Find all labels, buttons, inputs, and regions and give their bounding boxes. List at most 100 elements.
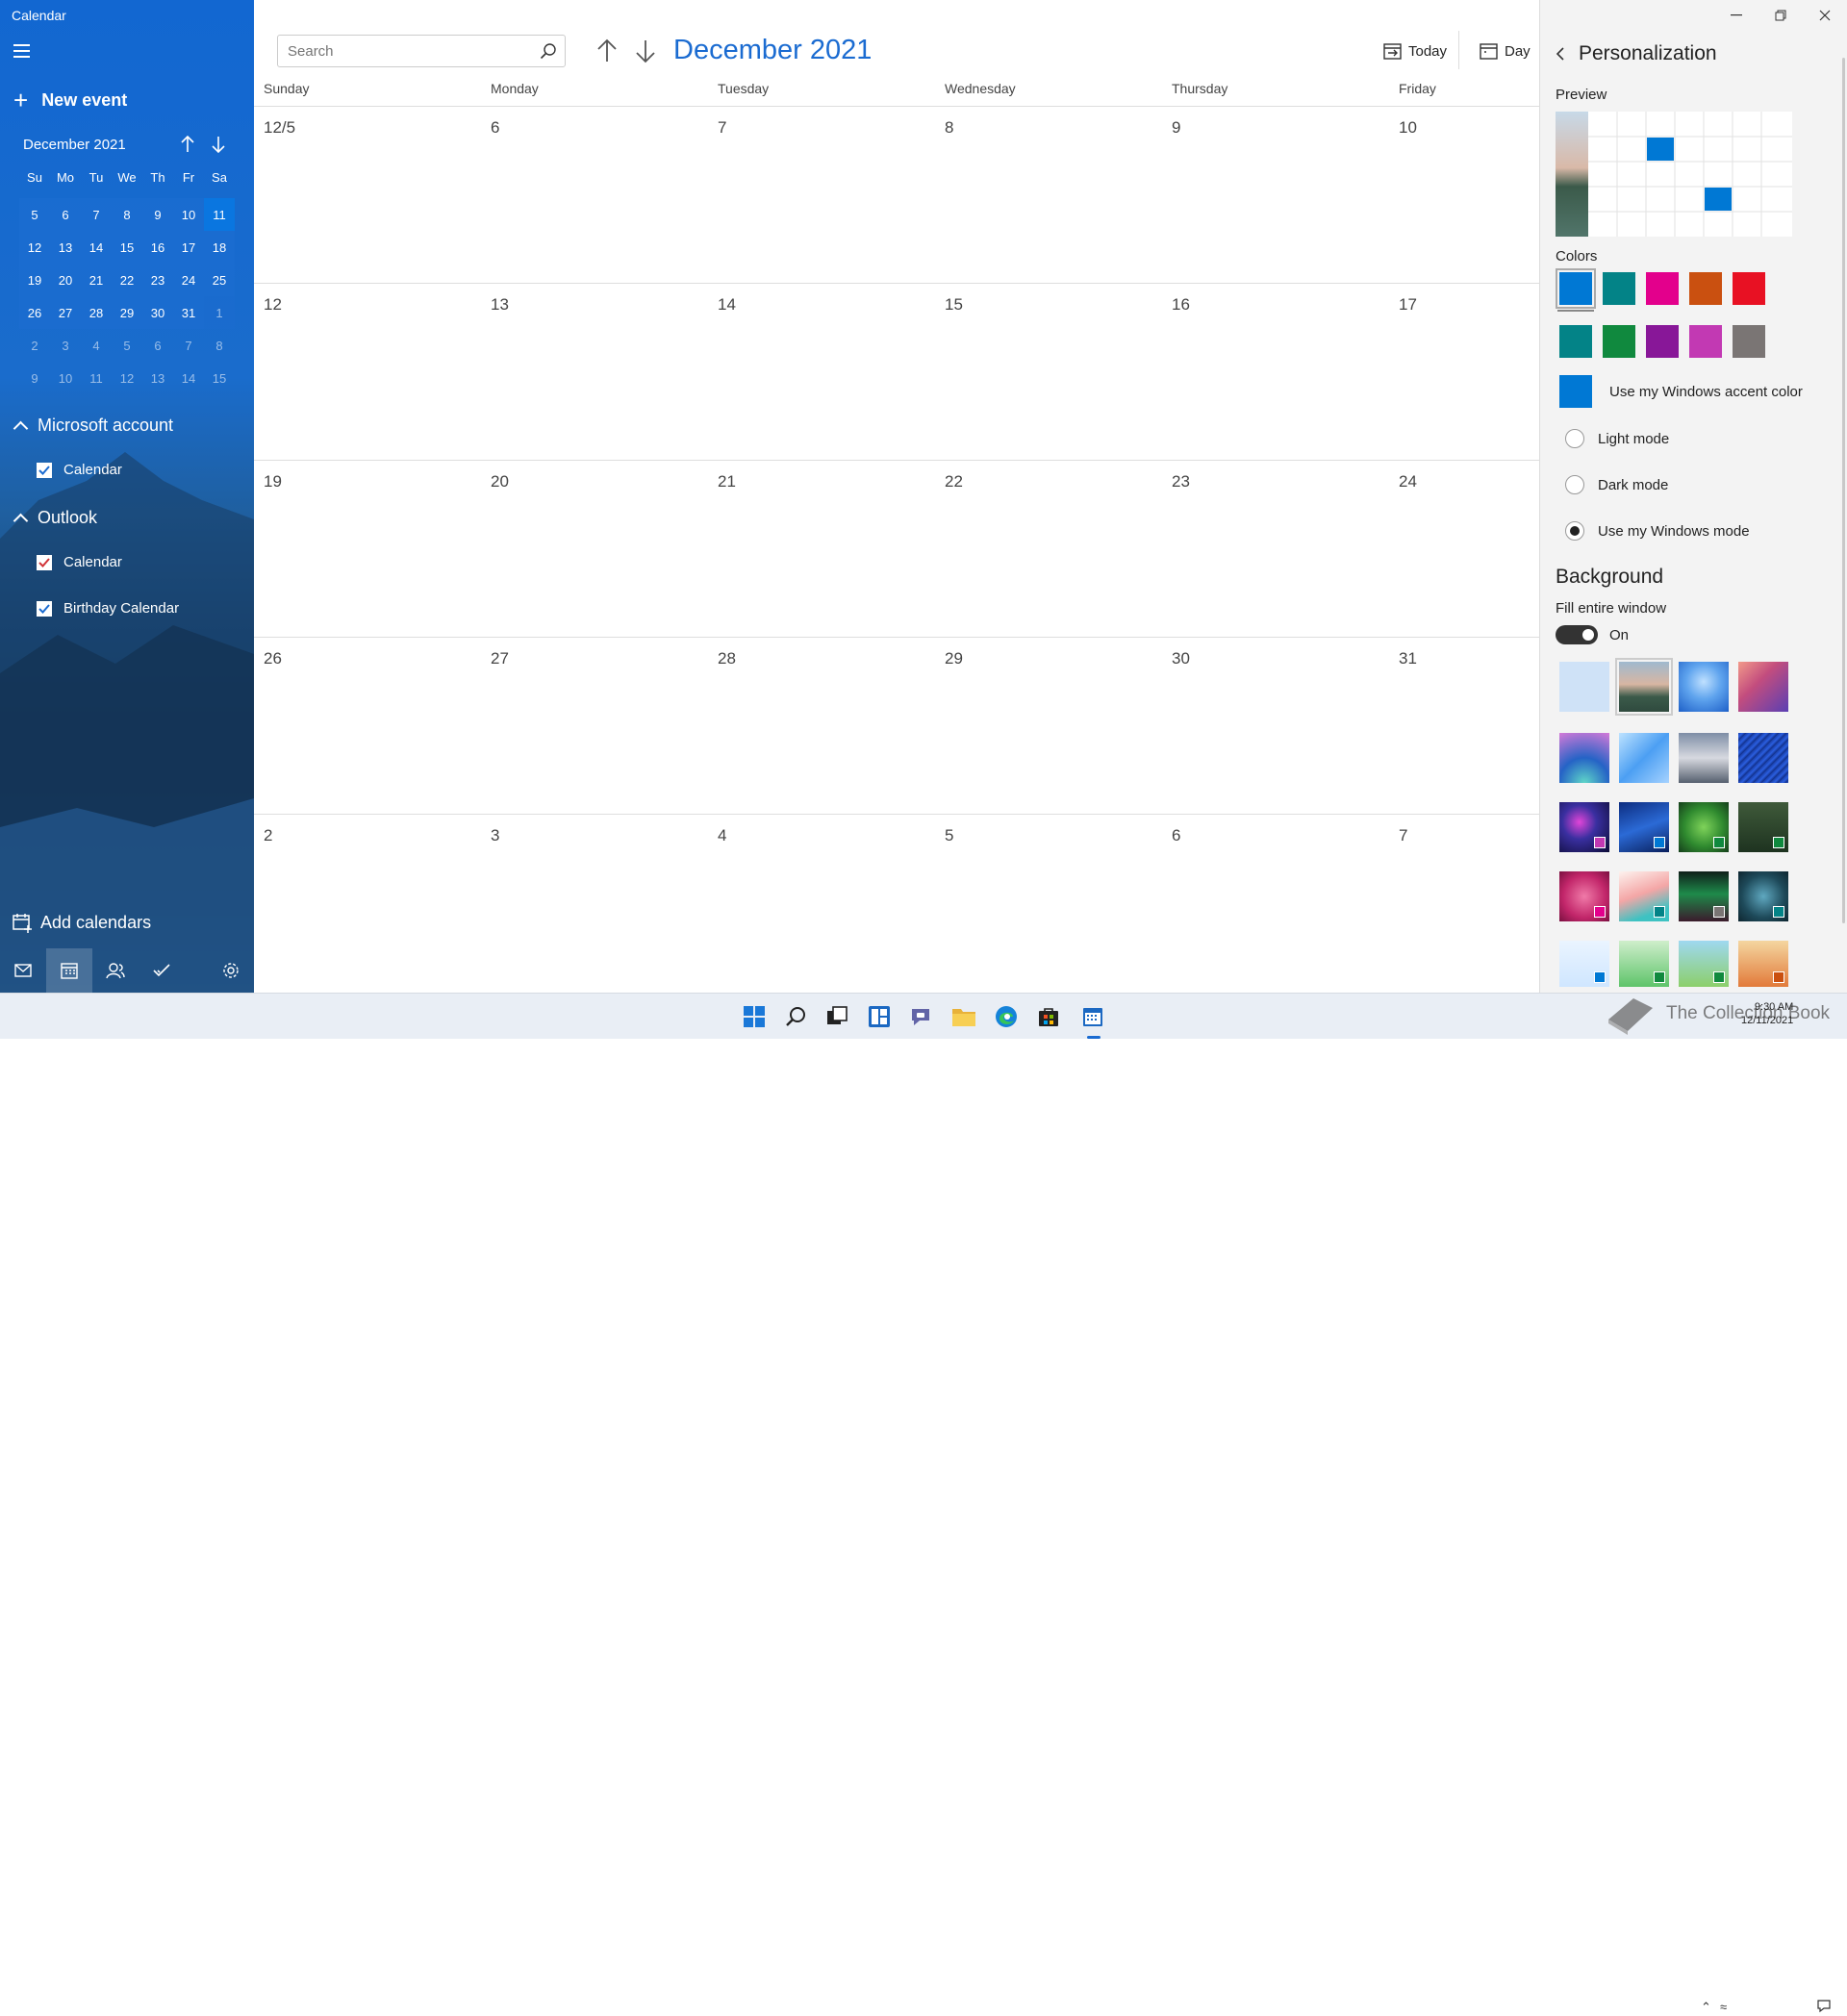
taskbar-search-icon[interactable] (781, 1001, 812, 1032)
color-swatch[interactable] (1646, 272, 1679, 305)
tray-chevron-up-icon[interactable]: ⌃ (1701, 2000, 1711, 2015)
background-thumbnail-glass[interactable] (1619, 733, 1669, 783)
minimize-icon[interactable] (1717, 4, 1756, 27)
mini-day[interactable]: 6 (50, 198, 81, 231)
day-cell[interactable]: 29 (935, 638, 1162, 815)
mini-day[interactable]: 27 (50, 296, 81, 329)
mini-day[interactable]: 19 (19, 264, 50, 296)
radio-button[interactable] (1565, 429, 1584, 448)
day-cell[interactable]: 16 (1162, 284, 1389, 461)
background-thumbnail-mountain[interactable] (1615, 658, 1673, 716)
mini-day[interactable]: 5 (19, 198, 50, 231)
task-view-icon[interactable] (822, 1001, 852, 1032)
day-cell[interactable]: 20 (481, 461, 708, 638)
background-thumbnail-trees[interactable] (1619, 941, 1669, 987)
day-cell[interactable]: 27 (481, 638, 708, 815)
mini-day[interactable]: 30 (142, 296, 173, 329)
mini-day[interactable]: 9 (142, 198, 173, 231)
wifi-icon[interactable]: ≈ (1720, 2000, 1727, 2014)
checkbox-checked-icon[interactable] (37, 600, 52, 617)
panel-scrollbar[interactable] (1842, 58, 1845, 923)
calendar-icon[interactable] (46, 948, 92, 993)
day-cell[interactable]: 5 (935, 815, 1162, 992)
background-thumbnail-flower[interactable] (1559, 871, 1609, 921)
color-swatch[interactable] (1733, 325, 1765, 358)
color-swatch[interactable] (1689, 325, 1722, 358)
mini-day[interactable]: 7 (173, 329, 204, 362)
mini-day[interactable]: 29 (112, 296, 142, 329)
windows-mode-radio[interactable]: Use my Windows mode (1565, 521, 1750, 541)
day-cell[interactable]: 9 (1162, 107, 1389, 284)
mini-prev-arrow-icon[interactable] (181, 135, 194, 158)
color-swatch[interactable] (1646, 325, 1679, 358)
radio-button[interactable] (1565, 475, 1584, 494)
month-title[interactable]: December 2021 (673, 35, 872, 66)
chat-icon[interactable] (906, 1001, 937, 1032)
day-cell[interactable]: 14 (708, 284, 935, 461)
day-cell[interactable]: 28 (708, 638, 935, 815)
mini-day[interactable]: 13 (142, 362, 173, 394)
day-cell[interactable]: 21 (708, 461, 935, 638)
mini-day[interactable]: 12 (19, 231, 50, 264)
mini-day[interactable]: 12 (112, 362, 142, 394)
settings-icon[interactable] (208, 948, 254, 993)
color-swatch[interactable] (1556, 268, 1596, 312)
accent-color-swatch[interactable] (1559, 375, 1592, 408)
mini-day[interactable]: 26 (19, 296, 50, 329)
start-icon[interactable] (739, 1001, 770, 1032)
search-input[interactable] (278, 36, 532, 66)
mini-day[interactable]: 1 (204, 296, 235, 329)
light-mode-radio[interactable]: Light mode (1565, 429, 1669, 448)
background-thumbnail-leaves[interactable] (1679, 802, 1729, 852)
fill-window-toggle[interactable] (1556, 625, 1598, 644)
mini-day[interactable]: 15 (204, 362, 235, 394)
day-cell[interactable]: 8 (935, 107, 1162, 284)
add-calendars-button[interactable]: Add calendars (12, 912, 151, 933)
mini-day[interactable]: 22 (112, 264, 142, 296)
account-microsoft[interactable]: Microsoft account (13, 416, 173, 437)
background-thumbnail-forest[interactable] (1738, 802, 1788, 852)
back-arrow-icon[interactable] (1552, 44, 1571, 63)
today-button[interactable]: Today (1383, 42, 1447, 60)
background-thumbnail-ribbon[interactable] (1619, 871, 1669, 921)
file-explorer-icon[interactable] (949, 1001, 979, 1032)
day-cell[interactable]: 12 (254, 284, 481, 461)
mini-day[interactable]: 7 (81, 198, 112, 231)
close-icon[interactable] (1806, 4, 1844, 27)
mini-day[interactable]: 3 (50, 329, 81, 362)
mini-day[interactable]: 6 (142, 329, 173, 362)
day-cell[interactable]: 4 (708, 815, 935, 992)
day-cell[interactable]: 26 (254, 638, 481, 815)
mini-day[interactable]: 11 (81, 362, 112, 394)
mini-calendar-month[interactable]: December 2021 (23, 137, 126, 153)
calendar-toggle-outlook-calendar[interactable]: Calendar (37, 554, 122, 570)
todo-icon[interactable] (139, 948, 185, 993)
background-thumbnail-neon[interactable] (1559, 802, 1609, 852)
mini-day[interactable]: 8 (112, 198, 142, 231)
background-thumbnail-waves[interactable] (1559, 733, 1609, 783)
mini-day[interactable]: 10 (173, 198, 204, 231)
radio-button-selected[interactable] (1565, 521, 1584, 541)
mini-day[interactable]: 17 (173, 231, 204, 264)
day-cell[interactable]: 6 (1162, 815, 1389, 992)
mini-day[interactable]: 5 (112, 329, 142, 362)
mini-day[interactable]: 15 (112, 231, 142, 264)
background-thumbnail-aurora[interactable] (1679, 871, 1729, 921)
next-month-arrow-icon[interactable] (631, 37, 660, 65)
previous-month-arrow-icon[interactable] (593, 37, 621, 65)
day-cell[interactable]: 30 (1162, 638, 1389, 815)
background-thumbnail-streaks[interactable] (1738, 733, 1788, 783)
color-swatch[interactable] (1559, 325, 1592, 358)
mini-day[interactable]: 28 (81, 296, 112, 329)
day-view-button[interactable]: Day (1480, 42, 1531, 60)
day-cell[interactable]: 23 (1162, 461, 1389, 638)
background-thumbnail-plain[interactable] (1559, 662, 1609, 712)
mini-day[interactable]: 24 (173, 264, 204, 296)
day-cell[interactable]: 6 (481, 107, 708, 284)
background-thumbnail-crystal[interactable] (1619, 802, 1669, 852)
day-cell[interactable]: 2 (254, 815, 481, 992)
color-swatch[interactable] (1733, 272, 1765, 305)
mini-day[interactable]: 13 (50, 231, 81, 264)
mini-day[interactable]: 25 (204, 264, 235, 296)
mini-day[interactable]: 14 (81, 231, 112, 264)
